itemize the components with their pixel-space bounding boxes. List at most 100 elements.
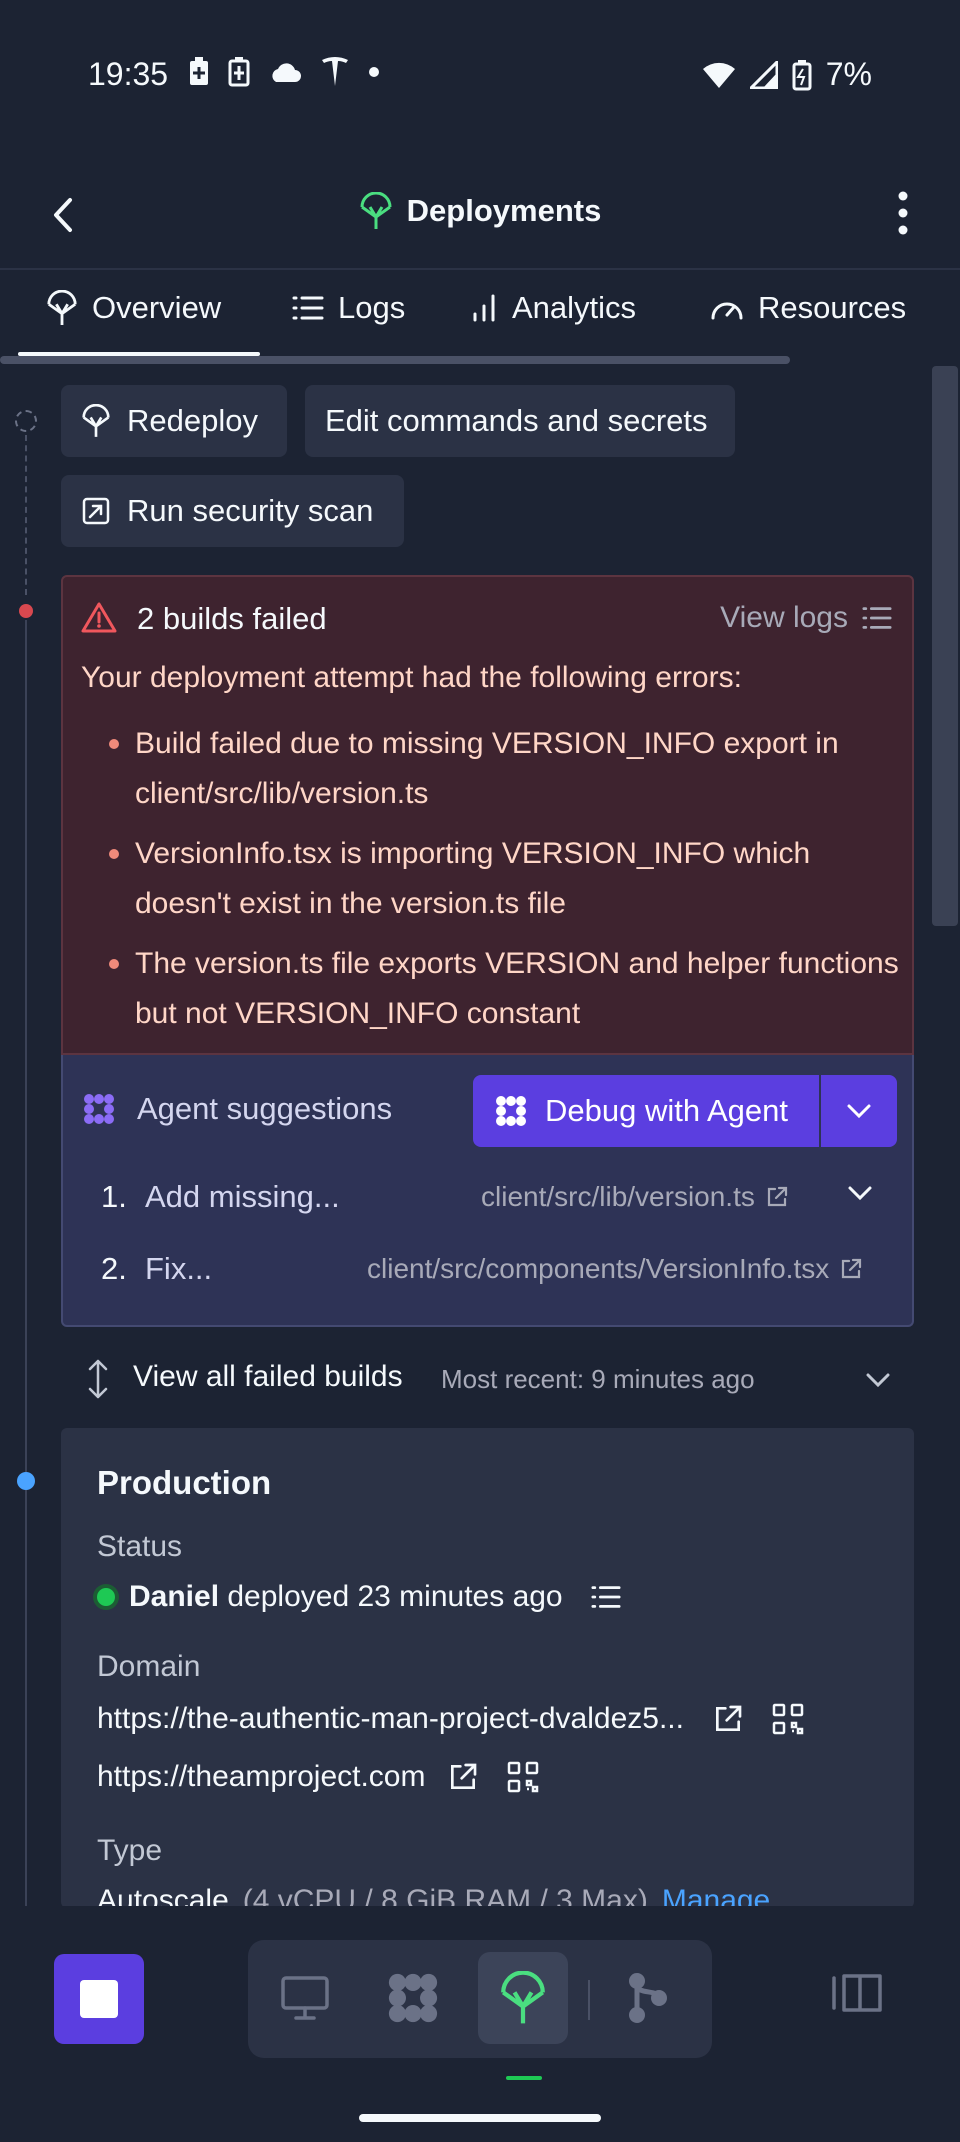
notification-icons [188, 56, 380, 88]
dock-git[interactable] [604, 1952, 694, 2044]
domain-row: https://the-authentic-man-project-dvalde… [97, 1702, 804, 1736]
agent-suggestions-card: Agent suggestions Debug with Agent 1. Ad… [61, 1055, 914, 1327]
home-indicator[interactable] [359, 2114, 601, 2122]
qr-code-icon[interactable] [772, 1703, 804, 1735]
tab-overview[interactable]: Overview [46, 290, 221, 326]
status-label: Status [97, 1530, 183, 1563]
redeploy-label: Redeploy [127, 403, 258, 438]
list-icon[interactable] [591, 1584, 621, 1610]
agent-icon [496, 1096, 526, 1126]
chevron-down-icon [847, 1104, 871, 1119]
most-recent-time: Most recent: 9 minutes ago [441, 1364, 755, 1394]
bar-chart-icon [473, 294, 495, 322]
dock-active-indicator [506, 2076, 542, 2080]
battery-low-icon [792, 59, 812, 90]
status-value: Daniel deployed 23 minutes ago [97, 1580, 621, 1614]
dock-separator [588, 1980, 590, 2020]
stop-icon [80, 1980, 118, 2018]
production-card: Production Status Daniel deployed 23 min… [61, 1428, 914, 1908]
status-indicator-dot [97, 1588, 115, 1606]
edit-commands-label: Edit commands and secrets [325, 403, 708, 438]
edit-commands-button[interactable]: Edit commands and secrets [305, 385, 735, 457]
timeline-line [25, 620, 27, 1910]
domain-label: Domain [97, 1650, 201, 1683]
page-title-text: Deployments [406, 193, 602, 228]
type-value-row: Autoscale (4 vCPU / 8 GiB RAM / 3 Max) M… [97, 1884, 770, 1908]
qr-code-icon[interactable] [507, 1761, 539, 1793]
external-link-icon[interactable] [712, 1703, 744, 1735]
chevron-down-icon[interactable] [847, 1185, 873, 1201]
dot-icon [369, 67, 379, 77]
app-header: Deployments [0, 170, 960, 270]
timeline-dot-production [17, 1472, 35, 1490]
suggestion-file-link[interactable]: client/src/lib/version.ts [481, 1181, 789, 1213]
domain-link[interactable]: https://theamproject.com [97, 1760, 425, 1794]
suggestion-item[interactable]: 1. Add missing... client/src/lib/version… [63, 1167, 916, 1227]
monitor-icon [281, 1976, 329, 2020]
stop-button[interactable] [54, 1954, 144, 2044]
dock-preview[interactable] [260, 1952, 350, 2044]
tesla-icon [322, 57, 348, 86]
suggestion-number: 2. [101, 1251, 127, 1286]
deployments-icon [47, 290, 77, 325]
debug-options-dropdown[interactable] [821, 1075, 897, 1147]
external-link-icon [767, 1186, 787, 1207]
dock-agent[interactable] [368, 1952, 458, 2044]
error-item: The version.ts file exports VERSION and … [109, 939, 905, 1039]
deployments-icon [360, 192, 392, 229]
timeline-dot-pending [15, 410, 37, 432]
tab-label: Logs [338, 290, 406, 325]
view-logs-label: View logs [720, 601, 848, 634]
manage-link[interactable]: Manage [662, 1884, 770, 1908]
page-scrollbar[interactable] [932, 366, 958, 926]
chevron-down-icon [866, 1373, 890, 1388]
deployer-name: Daniel [129, 1580, 220, 1613]
battery-plus-icon [190, 57, 208, 85]
deployments-icon [501, 1971, 545, 2024]
view-logs-link[interactable]: View logs [720, 601, 892, 635]
status-bar: 19:35 7% [0, 0, 960, 150]
type-label: Type [97, 1834, 163, 1867]
suggestion-item[interactable]: 2. Fix... client/src/components/VersionI… [63, 1239, 916, 1299]
timeline-dot-failed [19, 604, 33, 618]
tab-logs[interactable]: Logs [292, 290, 405, 326]
domain-link[interactable]: https://the-authentic-man-project-dvalde… [97, 1702, 684, 1736]
workspace-dock [248, 1940, 712, 2058]
list-icon [862, 607, 892, 629]
security-scan-button[interactable]: Run security scan [61, 475, 404, 547]
redeploy-button[interactable]: Redeploy [61, 385, 287, 457]
view-all-failed-builds[interactable]: View all failed builds Most recent: 9 mi… [61, 1344, 914, 1412]
status-right: 7% [702, 56, 872, 93]
debug-with-agent-button[interactable]: Debug with Agent [473, 1075, 819, 1147]
suggestion-text: Fix... [145, 1251, 213, 1286]
git-branch-icon [629, 1973, 667, 2023]
scan-arrow-icon [82, 497, 110, 525]
cloud-icon [272, 63, 301, 82]
tab-scrollbar[interactable] [0, 356, 790, 364]
panel-toggle-icon[interactable] [830, 1970, 886, 2016]
tab-analytics[interactable]: Analytics [472, 290, 636, 326]
suggestion-file: client/src/components/VersionInfo.tsx [367, 1253, 830, 1284]
external-link-icon[interactable] [447, 1761, 479, 1793]
error-item: VersionInfo.tsx is importing VERSION_INF… [109, 829, 905, 929]
page-title: Deployments [0, 192, 960, 230]
view-all-label: View all failed builds [133, 1360, 403, 1393]
build-error-card: 2 builds failed View logs Your deploymen… [61, 575, 914, 1055]
list-icon [292, 296, 324, 320]
status-time: 19:35 [88, 56, 169, 92]
dock-deployments[interactable] [478, 1952, 568, 2044]
suggestion-file-link[interactable]: client/src/components/VersionInfo.tsx [367, 1253, 863, 1285]
tab-label: Resources [758, 290, 907, 325]
tab-resources[interactable]: Resources [710, 290, 906, 326]
suggestion-text: Add missing... [145, 1179, 340, 1214]
tab-label: Analytics [512, 290, 637, 325]
deployments-icon [82, 404, 110, 437]
error-item: Build failed due to missing VERSION_INFO… [109, 719, 905, 819]
bottom-toolbar [0, 1906, 960, 2142]
warning-icon [81, 602, 117, 633]
timeline-dashed-line [25, 435, 27, 595]
security-scan-label: Run security scan [127, 493, 374, 528]
more-menu-button[interactable] [886, 188, 920, 238]
suggestion-number: 1. [101, 1179, 127, 1214]
tab-label: Overview [92, 290, 222, 325]
